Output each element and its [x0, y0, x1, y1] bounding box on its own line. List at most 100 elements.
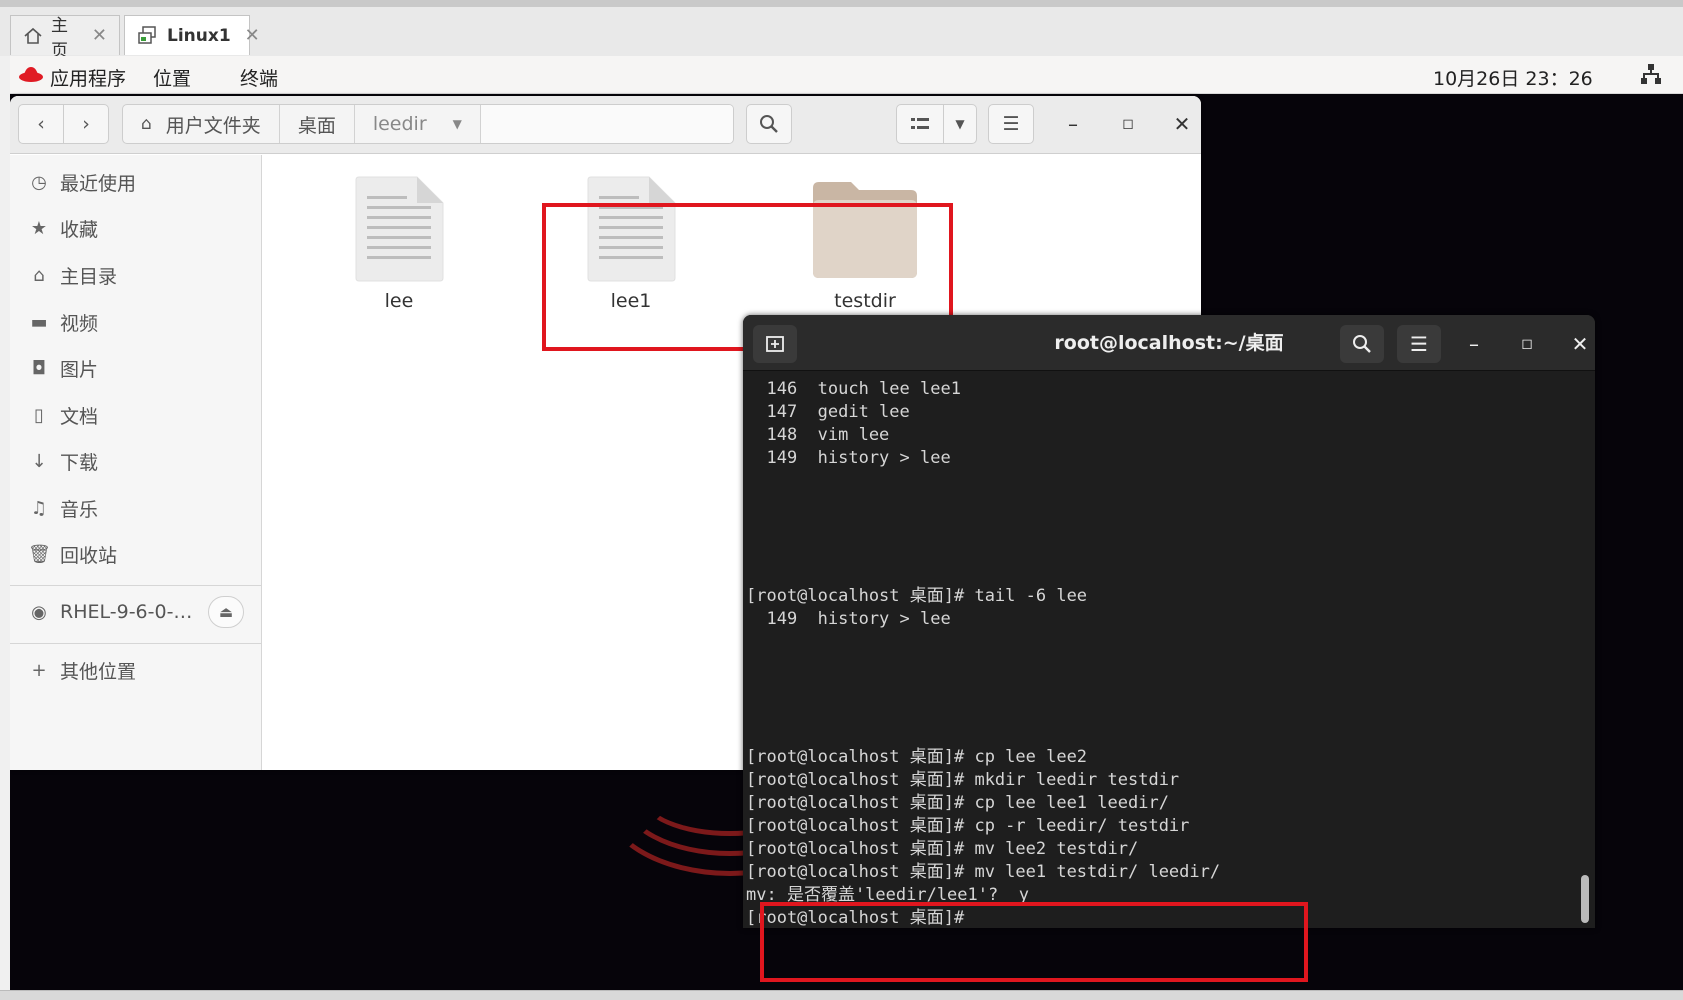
terminal-line: [root@localhost 桌面]# mv lee1 testdir/ le… — [746, 862, 1221, 882]
close-button[interactable]: ✕ — [1562, 325, 1595, 363]
terminal-line: [root@localhost 桌面]# cp -r leedir/ testd… — [746, 816, 1190, 836]
back-button[interactable]: ‹ — [18, 104, 64, 144]
vm-icon — [137, 25, 159, 47]
path-segment-label: leedir — [372, 113, 427, 135]
terminal-menu-button[interactable]: ☰ — [1397, 325, 1441, 363]
new-tab-button[interactable] — [753, 325, 797, 363]
applications-menu[interactable]: 应用程序 — [50, 64, 126, 91]
path-desktop[interactable]: 桌面 — [280, 105, 355, 143]
minimize-icon: – — [1068, 112, 1078, 136]
trash-icon: 🗑︎ — [28, 543, 51, 565]
terminal-app-menu[interactable]: 终端 — [240, 64, 278, 91]
sidebar-item-downloads[interactable]: ↓ 下载 — [10, 440, 262, 482]
hamburger-icon: ☰ — [1002, 113, 1020, 135]
close-icon[interactable]: ✕ — [245, 25, 260, 46]
terminal-line: 149 history > lee — [746, 609, 951, 629]
clock[interactable]: 10月26日 23：26 — [1433, 64, 1593, 91]
chevron-left-icon: ‹ — [37, 113, 45, 135]
maximize-button[interactable]: ◻ — [1110, 106, 1146, 142]
terminal-output[interactable]: 146 touch lee lee1 147 gedit lee 148 vim… — [743, 371, 1573, 928]
sidebar-item-documents[interactable]: ▯ 文档 — [10, 394, 262, 436]
vm-tab-home[interactable]: 主页 ✕ — [10, 15, 120, 61]
sidebar-item-home[interactable]: ⌂ 主目录 — [10, 254, 262, 296]
sidebar-item-starred[interactable]: ★ 收藏 — [10, 207, 262, 249]
chevron-right-icon: › — [82, 113, 90, 135]
maximize-button[interactable]: ◻ — [1509, 325, 1545, 363]
file-manager-header: ‹ › ⌂ 用户文件夹 桌面 leedir ▼ ▼ ☰ – ◻ ✕ — [10, 96, 1201, 154]
sidebar-item-label: 回收站 — [60, 544, 118, 567]
sidebar-item-label: RHEL-9-6-0-… — [60, 601, 193, 623]
maximize-icon: ◻ — [1521, 336, 1533, 352]
close-button[interactable]: ✕ — [1164, 106, 1200, 142]
minimize-icon: – — [1469, 332, 1479, 356]
network-icon[interactable] — [1640, 63, 1662, 90]
home-icon — [23, 25, 43, 47]
sidebar-divider — [10, 643, 262, 644]
star-icon: ★ — [30, 217, 48, 239]
vm-tab-label: 主页 — [51, 15, 68, 61]
redhat-logo-icon[interactable] — [18, 64, 44, 89]
sidebar-item-label: 其他位置 — [60, 660, 137, 683]
triangle-down-icon: ▼ — [955, 117, 965, 131]
document-icon: ▯ — [34, 404, 44, 426]
sidebar-item-label: 视频 — [60, 312, 99, 335]
terminal-scrollbar[interactable] — [1581, 875, 1589, 923]
sidebar-item-label: 收藏 — [60, 218, 99, 241]
terminal-search-button[interactable] — [1340, 325, 1384, 363]
vm-tab-linux1[interactable]: Linux1 ✕ — [124, 15, 260, 55]
clock-icon: ◷ — [31, 171, 47, 193]
disc-icon: ◉ — [31, 601, 47, 623]
eject-button[interactable]: ⏏ — [208, 596, 244, 628]
sidebar-item-trash[interactable]: 🗑︎ 回收站 — [10, 533, 262, 575]
places-menu[interactable]: 位置 — [153, 64, 191, 91]
close-icon[interactable]: ✕ — [92, 25, 107, 46]
eject-icon: ⏏ — [218, 603, 234, 621]
sidebar-item-videos[interactable]: ▬ 视频 — [10, 301, 262, 343]
view-options-button[interactable]: ▼ — [943, 104, 977, 144]
terminal-window: root@localhost:~/桌面 ☰ – ◻ ✕ 146 touch le… — [743, 315, 1595, 928]
view-toggle-button[interactable] — [896, 104, 944, 144]
search-button[interactable] — [746, 104, 792, 144]
file-name: lee — [384, 290, 414, 312]
home-icon: ⌂ — [33, 264, 45, 286]
minimize-button[interactable]: – — [1456, 325, 1492, 363]
terminal-line: [root@localhost 桌面]# mv lee2 testdir/ — [746, 839, 1139, 859]
sidebar-item-label: 图片 — [60, 358, 99, 381]
terminal-line: [root@localhost 桌面]# mkdir leedir testdi… — [746, 770, 1180, 790]
sidebar-item-device[interactable]: ◉ RHEL-9-6-0-… ⏏ — [10, 591, 262, 633]
main-menu-button[interactable]: ☰ — [988, 104, 1034, 144]
sidebar-item-label: 文档 — [60, 405, 99, 428]
vm-status-strip — [0, 990, 1683, 1000]
video-icon: ▬ — [30, 311, 48, 333]
minimize-button[interactable]: – — [1055, 106, 1091, 142]
terminal-header: root@localhost:~/桌面 ☰ – ◻ ✕ — [743, 315, 1595, 371]
sidebar-item-other-locations[interactable]: + 其他位置 — [10, 649, 262, 691]
gnome-top-bar: 应用程序 位置 终端 10月26日 23：26 — [10, 56, 1683, 94]
close-icon: ✕ — [1173, 112, 1191, 136]
camera-icon: ◘ — [31, 357, 47, 379]
annotation-box-terminal — [760, 902, 1308, 982]
new-tab-icon — [766, 336, 784, 352]
terminal-line: 147 gedit lee — [746, 402, 910, 422]
sidebar-item-music[interactable]: ♫ 音乐 — [10, 487, 262, 529]
search-icon — [1353, 335, 1371, 353]
path-segment-label: 用户文件夹 — [165, 114, 261, 137]
file-item-lee[interactable]: lee — [319, 176, 479, 312]
list-view-icon — [911, 118, 929, 129]
sidebar-item-pictures[interactable]: ◘ 图片 — [10, 347, 262, 389]
terminal-line: 148 vim lee — [746, 425, 890, 445]
triangle-down-icon: ▼ — [452, 117, 462, 131]
music-icon: ♫ — [30, 497, 48, 519]
sidebar-item-label: 最近使用 — [60, 172, 137, 195]
vm-tab-bar: 主页 ✕ Linux1 ✕ — [0, 0, 1683, 61]
terminal-line: 146 touch lee lee1 — [746, 379, 961, 399]
path-leedir[interactable]: leedir ▼ — [355, 105, 481, 143]
terminal-line: [root@localhost 桌面]# cp lee lee2 — [746, 747, 1088, 767]
path-bar: ⌂ 用户文件夹 桌面 leedir ▼ — [122, 104, 734, 144]
maximize-icon: ◻ — [1122, 116, 1134, 132]
terminal-line: [root@localhost 桌面]# cp lee lee1 leedir/ — [746, 793, 1169, 813]
sidebar-item-recent[interactable]: ◷ 最近使用 — [10, 161, 262, 203]
search-icon — [760, 115, 778, 133]
path-home[interactable]: ⌂ 用户文件夹 — [123, 105, 280, 143]
forward-button[interactable]: › — [63, 104, 109, 144]
